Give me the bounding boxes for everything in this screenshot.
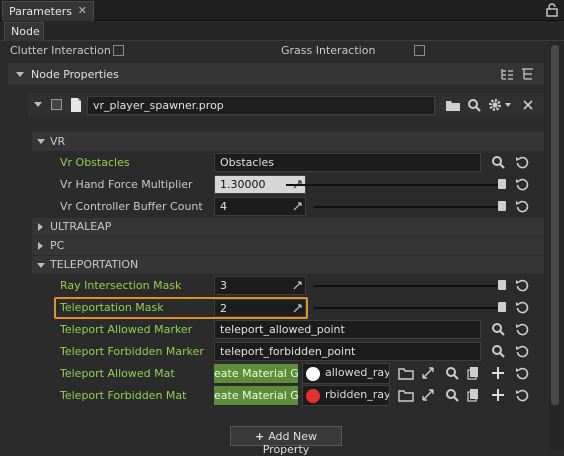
add-new-property-label: Add New Property	[262, 430, 317, 456]
allowed-mat-folder-icon[interactable]	[398, 366, 414, 380]
allowed-mat-expand-icon[interactable]	[421, 366, 435, 380]
vr-obstacles-field[interactable]: Obstacles	[214, 153, 481, 172]
allowed-mat-copy-icon[interactable]	[467, 366, 481, 380]
collapse-icon[interactable]	[16, 72, 24, 77]
vr-buffer-label: Vr Controller Buffer Count	[60, 200, 203, 213]
vr-hand-force-label: Vr Hand Force Multiplier	[60, 178, 193, 191]
subtab-bar	[0, 21, 564, 41]
pc-section-label: PC	[50, 239, 65, 252]
vr-buffer-field[interactable]: 4	[214, 197, 306, 216]
folder-icon[interactable]	[445, 98, 460, 112]
forbidden-mat-add-icon[interactable]	[491, 388, 505, 402]
lock-icon[interactable]	[546, 3, 558, 17]
parameters-tab-label: Parameters	[9, 5, 72, 18]
drag-adjust-icon[interactable]	[293, 281, 302, 290]
allowed-mat-label: Teleport Allowed Mat	[60, 367, 175, 380]
property-collapse-icon[interactable]	[34, 102, 42, 107]
tp-mask-reset-icon[interactable]	[515, 300, 529, 314]
ray-mask-slider-handle[interactable]	[498, 280, 506, 290]
ray-mask-slider-track[interactable]	[314, 285, 504, 287]
parameters-tab[interactable]: Parameters ✕	[2, 1, 94, 21]
search-icon[interactable]	[467, 98, 481, 112]
tab-node-label: Node	[11, 25, 40, 38]
scrollbar-thumb[interactable]	[551, 45, 559, 405]
clutter-interaction-label: Clutter Interaction	[10, 44, 111, 57]
ray-mask-reset-icon[interactable]	[515, 278, 529, 292]
allowed-mat-reset-icon[interactable]	[515, 366, 529, 380]
tp-mask-slider-track[interactable]	[314, 307, 504, 309]
add-new-property-button[interactable]: + Add New Property	[230, 426, 342, 456]
vr-hand-force-reset-icon[interactable]	[515, 177, 529, 191]
forbidden-mat-search-icon[interactable]	[445, 388, 459, 402]
pc-expand-icon[interactable]	[38, 242, 43, 250]
close-icon[interactable]: ✕	[78, 4, 87, 17]
pc-section-header[interactable]	[32, 237, 544, 255]
ray-mask-field[interactable]: 3	[214, 276, 306, 295]
vr-obstacles-label: Vr Obstacles	[60, 156, 130, 169]
drag-adjust-icon[interactable]	[293, 202, 302, 211]
forbidden-mat-create-button[interactable]: eate Material Gra	[214, 386, 298, 405]
forbidden-marker-reset-icon[interactable]	[515, 344, 529, 358]
allowed-marker-search-icon[interactable]	[491, 322, 505, 336]
file-icon	[70, 97, 86, 113]
vr-obstacles-reset-icon[interactable]	[515, 155, 529, 169]
grass-interaction-checkbox[interactable]	[414, 45, 425, 56]
plus-icon: +	[254, 430, 265, 443]
tab-node[interactable]: Node	[4, 22, 44, 41]
vr-hand-force-slider-handle[interactable]	[498, 179, 506, 189]
allowed-mat-add-icon[interactable]	[491, 366, 505, 380]
forbidden-mat-value: rbidden_ray	[325, 388, 390, 401]
vr-hand-force-slider-track[interactable]	[286, 184, 504, 186]
gear-icon[interactable]	[488, 98, 502, 112]
vr-section-label: VR	[50, 135, 66, 148]
allowed-mat-swatch	[306, 367, 320, 381]
tp-mask-label: Teleportation Mask	[60, 301, 164, 314]
forbidden-marker-search-icon[interactable]	[491, 344, 505, 358]
forbidden-mat-label: Teleport Forbidden Mat	[60, 389, 187, 402]
allowed-marker-field[interactable]: teleport_allowed_point	[214, 320, 481, 339]
forbidden-mat-reset-icon[interactable]	[515, 388, 529, 402]
forbidden-mat-field[interactable]: rbidden_ray	[302, 385, 390, 406]
ultraleap-section-label: ULTRALEAP	[50, 220, 112, 233]
ray-mask-value: 3	[220, 279, 227, 292]
vr-collapse-icon[interactable]	[37, 139, 45, 144]
tp-mask-slider-handle[interactable]	[498, 302, 506, 312]
forbidden-mat-swatch	[306, 389, 320, 403]
ultraleap-expand-icon[interactable]	[38, 223, 43, 231]
close-property-icon[interactable]	[521, 98, 535, 112]
property-enable-checkbox[interactable]	[51, 99, 62, 110]
vr-buffer-value: 4	[220, 200, 227, 213]
forbidden-mat-folder-icon[interactable]	[398, 388, 414, 402]
chevron-down-icon[interactable]	[505, 103, 511, 107]
vr-hand-force-value: 1.30000	[220, 178, 266, 191]
expand-all-icon[interactable]	[500, 67, 514, 81]
vr-buffer-reset-icon[interactable]	[515, 199, 529, 213]
tp-mask-field[interactable]: 2	[214, 299, 306, 317]
tp-mask-value: 2	[220, 302, 227, 315]
clutter-interaction-checkbox[interactable]	[113, 45, 124, 56]
forbidden-mat-expand-icon[interactable]	[421, 388, 435, 402]
forbidden-marker-field[interactable]: teleport_forbidden_point	[214, 342, 481, 361]
allowed-marker-reset-icon[interactable]	[515, 322, 529, 336]
allowed-mat-search-icon[interactable]	[445, 366, 459, 380]
vr-buffer-slider-handle[interactable]	[498, 201, 506, 211]
allowed-mat-create-button[interactable]: eate Material Gra	[214, 364, 298, 383]
vr-obstacles-search-icon[interactable]	[491, 155, 505, 169]
allowed-mat-value: allowed_ray	[325, 366, 390, 379]
teleportation-section-label: TELEPORTATION	[50, 258, 139, 271]
vr-section-header[interactable]	[32, 132, 544, 151]
grass-interaction-label: Grass Interaction	[281, 44, 376, 57]
drag-adjust-icon[interactable]	[293, 304, 302, 313]
collapse-all-icon[interactable]	[520, 67, 534, 81]
node-properties-label: Node Properties	[31, 68, 119, 81]
forbidden-marker-label: Teleport Forbidden Marker	[60, 345, 204, 358]
teleportation-collapse-icon[interactable]	[37, 263, 45, 268]
forbidden-mat-copy-icon[interactable]	[467, 388, 481, 402]
vr-buffer-slider-track[interactable]	[314, 206, 504, 208]
property-file-field[interactable]: vr_player_spawner.prop	[87, 96, 435, 115]
ray-mask-label: Ray Intersection Mask	[60, 279, 182, 292]
allowed-marker-label: Teleport Allowed Marker	[60, 323, 193, 336]
allowed-mat-field[interactable]: allowed_ray	[302, 363, 390, 384]
